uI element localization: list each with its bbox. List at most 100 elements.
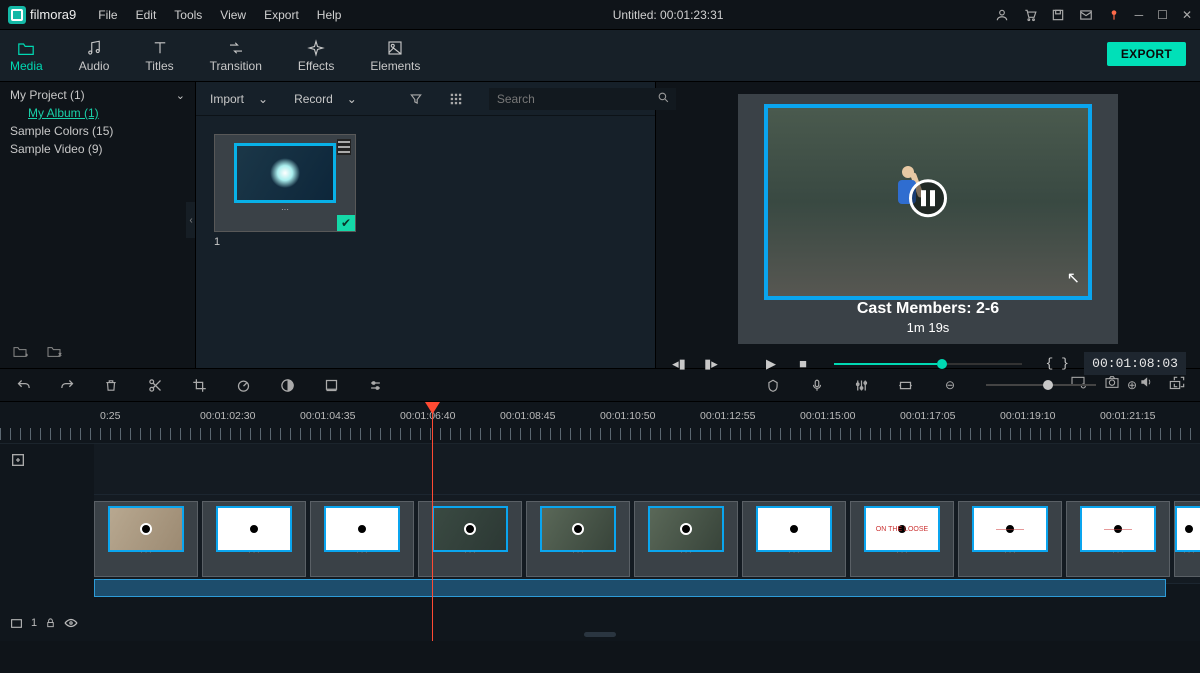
menu-help[interactable]: Help (317, 8, 342, 22)
tree-label: Sample Video (9) (10, 142, 103, 156)
prev-frame-icon[interactable]: ◂▮ (670, 356, 688, 372)
timeline-clip[interactable]: ————· · · (958, 501, 1062, 577)
render-icon[interactable] (898, 378, 914, 393)
app-logo: filmora9 (8, 6, 76, 24)
menu-edit[interactable]: Edit (136, 8, 157, 22)
audio-mixer-icon[interactable] (854, 378, 870, 393)
clip-selection-bar[interactable] (94, 579, 1166, 597)
tab-effects[interactable]: Effects (298, 39, 334, 73)
minimize-icon[interactable]: ─ (1135, 8, 1144, 22)
redo-icon[interactable] (60, 378, 76, 393)
timeline-clip[interactable]: · · · (202, 501, 306, 577)
tab-transition[interactable]: Transition (210, 39, 262, 73)
search-input[interactable] (489, 88, 676, 110)
menu-tools[interactable]: Tools (174, 8, 202, 22)
user-icon[interactable] (995, 8, 1009, 22)
save-icon[interactable] (1051, 8, 1065, 22)
menu-file[interactable]: File (98, 8, 117, 22)
markers-icon[interactable]: { } (1044, 356, 1070, 371)
menu-view[interactable]: View (220, 8, 246, 22)
tree-my-project[interactable]: My Project (1) ⌄ (10, 86, 185, 104)
menu-export[interactable]: Export (264, 8, 299, 22)
music-icon (84, 39, 104, 57)
clip-caption: · · · (203, 549, 305, 556)
timeline-clip[interactable]: · · · (310, 501, 414, 577)
adjust-icon[interactable] (368, 378, 384, 393)
playhead[interactable] (432, 402, 433, 641)
empty-track[interactable] (94, 444, 1200, 494)
search-icon[interactable] (657, 91, 670, 104)
pause-icon[interactable] (909, 179, 947, 217)
tree-my-album[interactable]: My Album (1) (28, 104, 185, 122)
timeline-clip[interactable]: ON THE LOOSE· · · (850, 501, 954, 577)
volume-icon[interactable] (1138, 375, 1154, 389)
snapshot-icon[interactable] (1104, 375, 1120, 389)
media-thumbnail[interactable]: ··· ✔ (214, 134, 356, 232)
lock-icon[interactable] (45, 617, 56, 629)
timeline-clip[interactable]: · · · (742, 501, 846, 577)
delete-icon[interactable] (104, 378, 120, 393)
tree-sample-video[interactable]: Sample Video (9) (10, 140, 185, 158)
visibility-icon[interactable] (64, 618, 78, 628)
speed-icon[interactable] (236, 378, 252, 393)
timeline-clip[interactable]: TH· · · (1174, 501, 1200, 577)
preview-canvas[interactable]: ↖ Cast Members: 2-6 1m 19s (738, 94, 1118, 344)
filter-icon[interactable] (409, 92, 423, 106)
green-screen-icon[interactable] (324, 378, 340, 393)
notification-icon[interactable] (1107, 8, 1121, 22)
color-icon[interactable] (280, 378, 296, 393)
playback-slider[interactable] (834, 363, 1022, 365)
tab-media[interactable]: Media (10, 39, 43, 73)
timeline-clip[interactable]: ————· · · (1066, 501, 1170, 577)
timeline-clip[interactable]: · · · (526, 501, 630, 577)
cart-icon[interactable] (1023, 8, 1037, 22)
zoom-fit-icon[interactable] (1168, 378, 1184, 392)
video-track[interactable]: · · ·· · ·· · ·· · ·· · ·· · ·· · ·ON TH… (94, 494, 1200, 584)
search-wrap (489, 88, 676, 110)
new-folder-icon[interactable] (12, 344, 28, 358)
clip-caption: · · · (1067, 549, 1169, 556)
timeline-clip[interactable]: · · · (418, 501, 522, 577)
media-tree-panel: My Project (1) ⌄ My Album (1) Sample Col… (0, 82, 195, 368)
tab-elements[interactable]: Elements (370, 39, 420, 73)
export-button[interactable]: EXPORT (1107, 42, 1186, 66)
next-frame-icon[interactable]: ▮▸ (702, 356, 720, 372)
zoom-in-icon[interactable]: ⊕ (1124, 378, 1140, 392)
message-icon[interactable] (1079, 8, 1093, 22)
chevron-down-icon: ⌄ (347, 92, 357, 106)
import-dropdown[interactable]: Import ⌄ (210, 92, 268, 106)
close-icon[interactable]: ✕ (1182, 8, 1192, 22)
ribbon: Media Audio Titles Transition Effects El… (0, 30, 1200, 82)
timeline-clip[interactable]: · · · (94, 501, 198, 577)
quality-settings-icon[interactable] (1070, 375, 1086, 389)
clip-caption: · · · (743, 549, 845, 556)
clip-caption: · · · (419, 549, 521, 556)
zoom-slider[interactable] (986, 384, 1096, 386)
track-area[interactable]: · · ·· · ·· · ·· · ·· · ·· · ·· · ·ON TH… (0, 444, 1200, 620)
timeline-ruler[interactable]: 0:2500:01:02:3000:01:04:3500:01:06:4000:… (0, 402, 1200, 444)
play-icon[interactable]: ▶ (762, 356, 780, 372)
ruler-tick: 00:01:21:15 (1100, 410, 1155, 422)
undo-icon[interactable] (16, 378, 32, 393)
stop-icon[interactable]: ■ (794, 356, 812, 371)
video-track-header[interactable]: 1 (10, 617, 78, 629)
timeline-clip[interactable]: · · · (634, 501, 738, 577)
marker-icon[interactable] (766, 378, 782, 393)
record-dropdown[interactable]: Record ⌄ (294, 92, 357, 106)
cursor-icon: ↖ (1067, 268, 1080, 288)
delete-folder-icon[interactable] (46, 344, 62, 358)
zoom-out-icon[interactable]: ⊖ (942, 378, 958, 392)
horizontal-scroll-thumb[interactable] (584, 632, 616, 637)
tab-audio[interactable]: Audio (79, 39, 110, 73)
check-icon: ✔ (337, 215, 355, 231)
tab-titles[interactable]: Titles (145, 39, 173, 73)
crop-icon[interactable] (192, 378, 208, 393)
track-index: 1 (31, 617, 37, 629)
menu-bar: File Edit Tools View Export Help (98, 8, 341, 22)
split-icon[interactable] (148, 378, 164, 393)
voiceover-icon[interactable] (810, 378, 826, 393)
maximize-icon[interactable]: ☐ (1157, 8, 1168, 22)
track-headers: 1 ♫ 1 (0, 444, 94, 673)
tree-sample-colors[interactable]: Sample Colors (15) (10, 122, 185, 140)
grid-view-icon[interactable] (449, 92, 463, 106)
